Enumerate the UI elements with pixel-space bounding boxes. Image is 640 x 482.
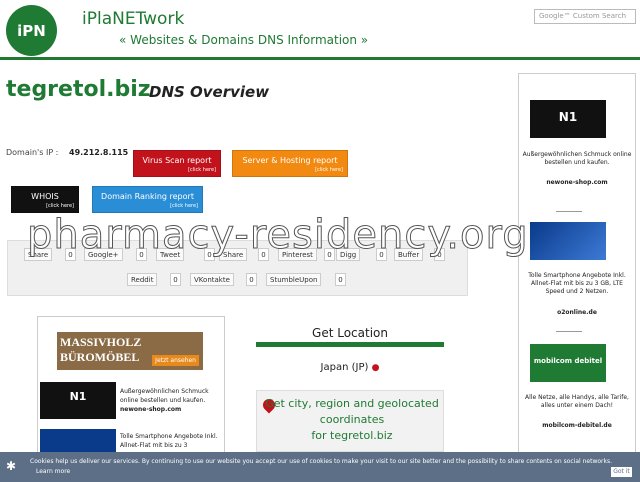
virus-scan-button[interactable]: Virus Scan report [click here] (133, 150, 221, 177)
cookie-accept-button[interactable]: Got it (611, 467, 632, 477)
share-count: 0 (246, 273, 257, 286)
ranking-report-sub: [click here] (170, 203, 198, 209)
virus-scan-label: Virus Scan report (142, 156, 212, 165)
site-header: iPN iPlaNETwork « Websites & Domains DNS… (0, 0, 640, 60)
share-vkontakte-button[interactable]: VKontakte (190, 273, 234, 286)
watermark-text: pharmacy-residency.org (27, 212, 529, 259)
sidebar-newone-link[interactable]: newone-shop.com (521, 179, 633, 186)
whois-sub: [click here] (46, 203, 74, 209)
cookie-message: Cookies help us deliver our services. By… (30, 457, 620, 477)
hosting-report-sub: [click here] (315, 167, 343, 173)
sidebar-o2-link[interactable]: o2online.de (521, 309, 633, 316)
newone-ad-link[interactable]: newone-shop.com (120, 405, 220, 414)
sidebar-mobilcom-image[interactable]: mobilcom debitel (530, 344, 606, 382)
hosting-report-button[interactable]: Server & Hosting report [click here] (232, 150, 348, 177)
sidebar-separator (556, 331, 582, 332)
share-count: 0 (335, 273, 346, 286)
geolocation-link[interactable]: Get city, region and geolocated coordina… (262, 396, 442, 444)
page-title: tegretol.biz (6, 77, 151, 102)
share-count: 0 (170, 273, 181, 286)
sidebar-mobilcom-text: Alle Netze, alle Handys, alle Tarife, al… (525, 394, 629, 409)
geo-line2: coordinates (319, 413, 385, 426)
ip-value: 49.212.8.115 (69, 148, 129, 157)
cookie-icon: ✱ (6, 459, 17, 473)
location-divider (256, 342, 444, 347)
massiv-cta-button[interactable]: Jetzt ansehen (152, 355, 199, 366)
ip-label: Domain's IP : (6, 148, 59, 157)
search-input[interactable]: Google™ Custom Search (534, 9, 636, 24)
site-brand[interactable]: iPlaNETwork (82, 9, 184, 29)
newone-ad-image[interactable]: N1 (40, 382, 116, 419)
sidebar-separator (556, 211, 582, 212)
hosting-report-label: Server & Hosting report (242, 156, 338, 165)
sidebar-o2-image[interactable] (530, 222, 606, 260)
share-reddit-button[interactable]: Reddit (127, 273, 158, 286)
whois-label: WHOIS (31, 192, 59, 201)
o2-ad-image[interactable] (40, 429, 116, 454)
newone-ad-text[interactable]: Außergewöhnlichen Schmuck online bestell… (120, 387, 220, 414)
learn-more-link[interactable]: Learn more (36, 468, 70, 475)
newone-ad-desc: Außergewöhnlichen Schmuck online bestell… (120, 388, 209, 404)
ranking-report-button[interactable]: Domain Ranking report [click here] (92, 186, 203, 213)
geo-line3: for tegretol.biz (311, 429, 393, 442)
page-subtitle: DNS Overview (149, 83, 270, 101)
virus-scan-sub: [click here] (188, 167, 216, 173)
site-logo[interactable]: iPN (6, 5, 57, 56)
header-divider (0, 57, 640, 60)
site-tagline: « Websites & Domains DNS Information » (119, 33, 369, 47)
ranking-report-label: Domain Ranking report (101, 192, 194, 201)
massivholz-ad[interactable]: MASSIVHOLZ BÜROMÖBEL Jetzt ansehen (57, 332, 203, 370)
sidebar-newone-image[interactable]: N1 (530, 100, 606, 138)
country-line: Japan (JP) ● (256, 362, 444, 373)
cookie-text: Cookies help us deliver our services. By… (30, 458, 613, 465)
get-location-title: Get Location (312, 326, 388, 340)
sidebar-mobilcom-link[interactable]: mobilcom-debitel.de (521, 422, 633, 429)
whois-button[interactable]: WHOIS [click here] (11, 186, 79, 213)
sidebar-newone-text: Außergewöhnlichen Schmuck online bestell… (522, 151, 632, 166)
country-name: Japan (JP) (320, 362, 369, 373)
sidebar-o2-text: Tolle Smartphone Angebote Inkl. Allnet-F… (528, 272, 626, 295)
o2-ad-text[interactable]: Tolle Smartphone Angebote Inkl. Allnet-F… (120, 432, 220, 450)
geo-line1: Get city, region and geolocated (265, 397, 439, 410)
massiv-line1: MASSIVHOLZ (60, 335, 142, 349)
share-stumbleupon-button[interactable]: StumbleUpon (266, 273, 322, 286)
flag-dot-icon: ● (371, 363, 380, 373)
